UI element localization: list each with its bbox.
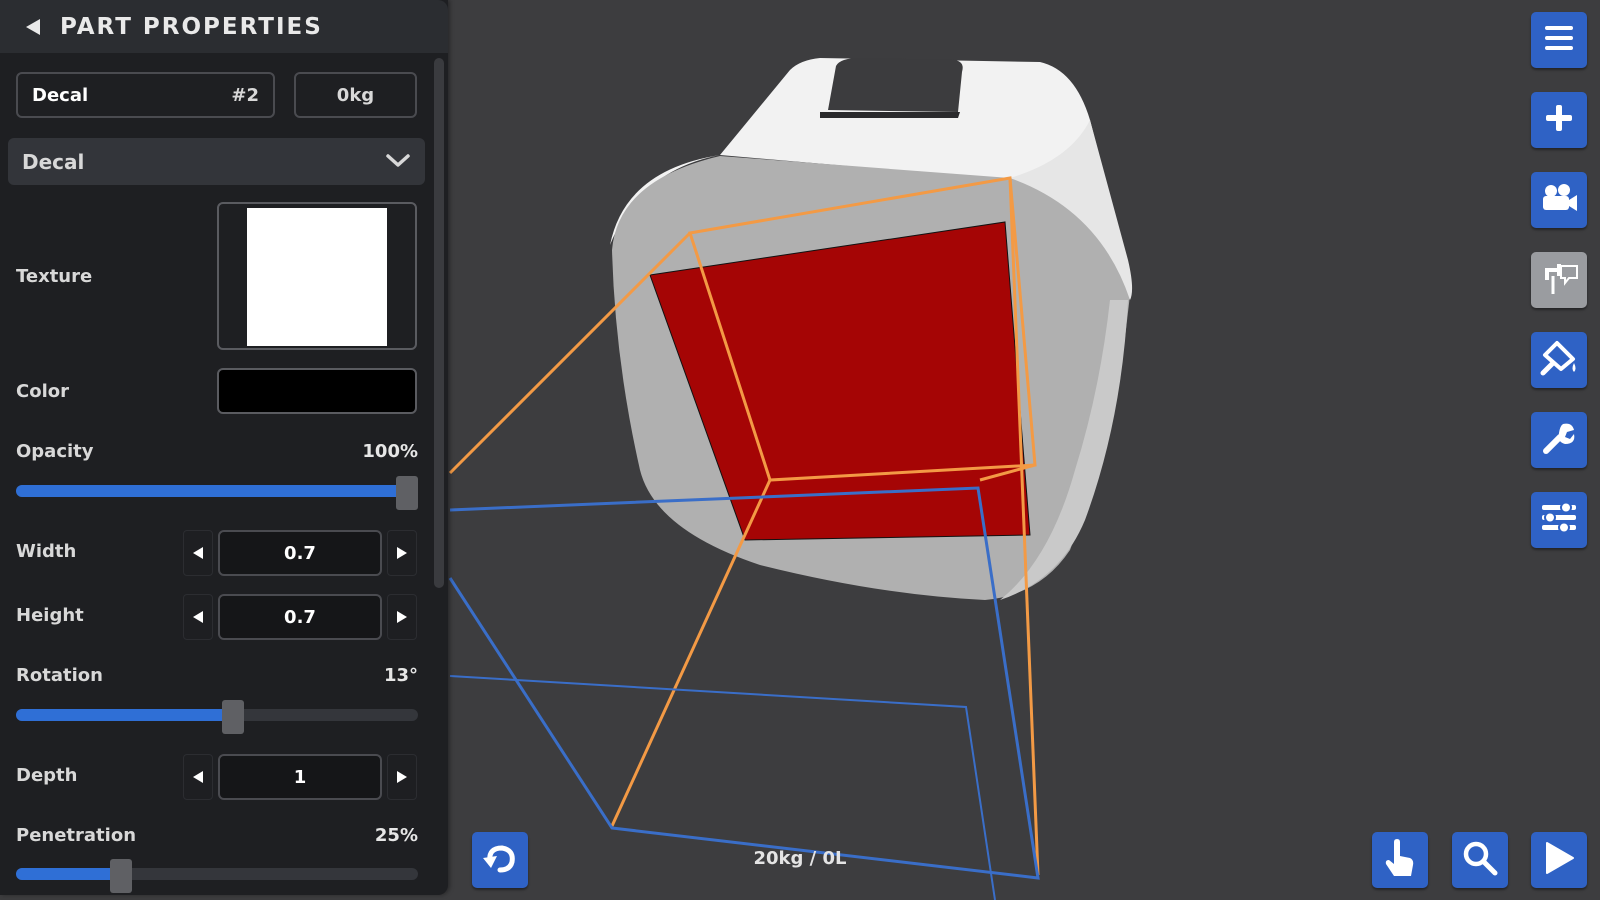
height-label: Height: [16, 605, 84, 626]
play-icon: [1543, 840, 1575, 880]
camera-button[interactable]: [1531, 172, 1587, 228]
rotation-label: Rotation: [16, 665, 103, 686]
touch-icon: [1382, 838, 1418, 882]
penetration-slider[interactable]: [16, 859, 418, 893]
panel-title: PART PROPERTIES: [60, 13, 323, 40]
color-label: Color: [16, 381, 69, 402]
menu-icon: [1543, 23, 1575, 57]
paint-icon: [1539, 339, 1579, 381]
width-decrease-button[interactable]: [183, 530, 213, 576]
depth-input[interactable]: 1: [218, 754, 382, 800]
rotation-value: 13°: [383, 665, 418, 686]
decal-tool-button[interactable]: [1531, 252, 1587, 308]
height-stepper: 0.7: [183, 594, 417, 640]
camera-icon: [1539, 182, 1579, 218]
opacity-value: 100%: [362, 441, 418, 462]
paint-button[interactable]: [1531, 332, 1587, 388]
width-input[interactable]: 0.7: [218, 530, 382, 576]
menu-button[interactable]: [1531, 12, 1587, 68]
texture-preview: [247, 208, 387, 346]
opacity-slider-handle[interactable]: [396, 476, 418, 510]
height-increase-button[interactable]: [387, 594, 417, 640]
width-increase-button[interactable]: [387, 530, 417, 576]
part-name-field[interactable]: Decal #2: [16, 72, 275, 118]
rotation-slider[interactable]: [16, 700, 418, 734]
width-label: Width: [16, 541, 77, 562]
rotation-slider-handle[interactable]: [222, 700, 245, 734]
sliders-icon: [1540, 500, 1578, 540]
chevron-down-icon: [385, 150, 411, 174]
part-properties-panel: PART PROPERTIES Decal #2 0kg Decal Textu…: [0, 0, 448, 895]
decal-tool-icon: [1539, 260, 1579, 300]
touch-mode-button[interactable]: [1372, 832, 1428, 888]
add-part-button[interactable]: [1531, 92, 1587, 148]
depth-decrease-button[interactable]: [183, 754, 213, 800]
penetration-label: Penetration: [16, 825, 137, 846]
panel-header: PART PROPERTIES: [0, 0, 448, 53]
part-number: #2: [231, 84, 259, 106]
opacity-slider[interactable]: [16, 476, 418, 510]
mass-volume-readout: 20kg / 0L: [753, 848, 847, 869]
part-name: Decal: [32, 84, 89, 106]
wrench-button[interactable]: [1531, 412, 1587, 468]
plus-icon: [1543, 102, 1575, 138]
part-mass: 0kg: [294, 72, 417, 118]
wrench-icon: [1541, 420, 1577, 460]
settings-button[interactable]: [1531, 492, 1587, 548]
panel-scrollbar[interactable]: [434, 58, 444, 588]
back-icon[interactable]: [24, 17, 44, 37]
search-icon: [1462, 840, 1498, 880]
width-stepper: 0.7: [183, 530, 417, 576]
opacity-label: Opacity: [16, 441, 94, 462]
undo-button[interactable]: [472, 832, 528, 888]
texture-label: Texture: [16, 266, 93, 287]
height-input[interactable]: 0.7: [218, 594, 382, 640]
depth-increase-button[interactable]: [387, 754, 417, 800]
texture-picker[interactable]: [217, 202, 417, 350]
undo-icon: [482, 842, 518, 878]
height-decrease-button[interactable]: [183, 594, 213, 640]
play-button[interactable]: [1531, 832, 1587, 888]
depth-stepper: 1: [183, 754, 417, 800]
color-picker[interactable]: [217, 368, 417, 414]
penetration-value: 25%: [374, 825, 418, 846]
search-button[interactable]: [1452, 832, 1508, 888]
category-label: Decal: [22, 149, 85, 174]
category-dropdown[interactable]: Decal: [8, 138, 425, 185]
depth-label: Depth: [16, 765, 78, 786]
penetration-slider-handle[interactable]: [109, 859, 132, 893]
